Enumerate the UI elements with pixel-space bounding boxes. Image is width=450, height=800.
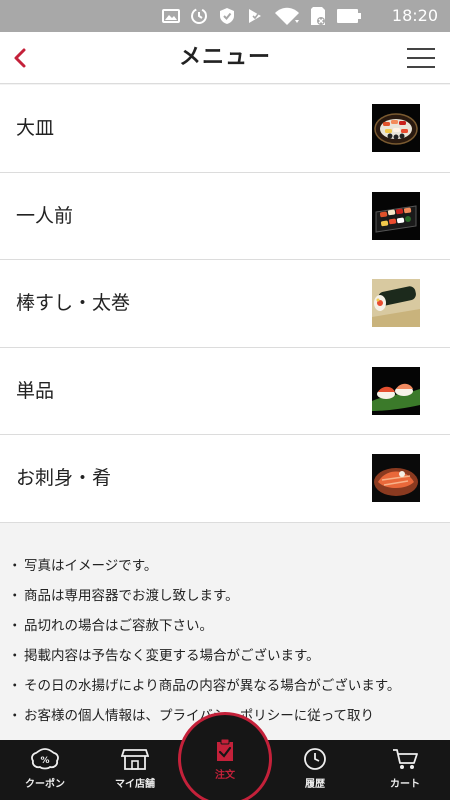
page-title: メニュー <box>178 45 271 70</box>
nav-cart[interactable]: カート <box>360 740 450 800</box>
note-item: 品切れの場合はご容赦下さい。 <box>8 616 436 636</box>
cart-icon <box>392 746 418 772</box>
shield-icon <box>220 8 234 24</box>
hamburger-icon <box>407 48 435 68</box>
menu-item-label: 単品 <box>16 379 55 402</box>
status-icons <box>162 6 362 26</box>
order-clipboard-icon <box>217 738 233 761</box>
nav-coupon-label: クーポン <box>25 779 65 790</box>
nav-my-store-label: マイ店舗 <box>115 779 155 790</box>
sd-card-icon <box>311 7 325 25</box>
store-icon <box>121 746 149 772</box>
note-item: その日の水揚げにより商品の内容が異なる場合がございます。 <box>8 676 436 696</box>
sashimi-thumbnail <box>372 454 420 502</box>
menu-item-label: 棒すし・太巻 <box>16 292 131 314</box>
menu-item-oozara[interactable]: 大皿 <box>0 85 450 173</box>
status-time: 18:20 <box>391 6 438 25</box>
menu-item-label: お刺身・肴 <box>16 467 112 489</box>
image-notification-icon <box>162 9 180 23</box>
svg-text:%: % <box>40 756 49 766</box>
menu-item-ichininmae[interactable]: 一人前 <box>0 173 450 260</box>
order-button-label: 注文 <box>215 769 235 781</box>
app-header: メニュー <box>0 32 450 84</box>
note-item: 商品は専用容器でお渡し致します。 <box>8 586 436 606</box>
sushi-platter-thumbnail <box>372 104 420 152</box>
nav-my-store[interactable]: マイ店舗 <box>90 740 180 800</box>
coupon-icon: % <box>30 746 60 772</box>
menu-item-label: 一人前 <box>16 204 74 227</box>
order-button[interactable]: 注文 <box>178 712 272 800</box>
nav-history[interactable]: 履歴 <box>270 740 360 800</box>
wifi-icon <box>275 7 299 25</box>
menu-item-sashimi-sakana[interactable]: お刺身・肴 <box>0 435 450 523</box>
sushi-roll-thumbnail <box>372 279 420 327</box>
status-bar: 18:20 <box>0 0 450 32</box>
sushi-set-thumbnail <box>372 191 420 240</box>
play-check-icon <box>249 9 261 23</box>
data-saver-icon <box>191 8 207 24</box>
battery-icon <box>337 9 361 23</box>
nigiri-thumbnail <box>372 366 420 415</box>
note-item: 写真はイメージです。 <box>8 556 436 576</box>
menu-item-tanpin[interactable]: 単品 <box>0 348 450 435</box>
nav-coupon[interactable]: % クーポン <box>0 740 90 800</box>
menu-list: 大皿 一人前 棒すし・太巻 単品 お刺身・肴 <box>0 85 450 523</box>
nav-history-label: 履歴 <box>305 779 325 790</box>
clock-icon <box>303 746 327 772</box>
notes-section: 写真はイメージです。 商品は専用容器でお渡し致します。 品切れの場合はご容赦下さ… <box>0 522 450 740</box>
menu-item-label: 大皿 <box>16 117 55 139</box>
hamburger-menu-button[interactable] <box>406 46 436 70</box>
menu-item-bousushi-futomaki[interactable]: 棒すし・太巻 <box>0 260 450 348</box>
nav-cart-label: カート <box>390 779 420 790</box>
note-item: 掲載内容は予告なく変更する場合がございます。 <box>8 646 436 666</box>
